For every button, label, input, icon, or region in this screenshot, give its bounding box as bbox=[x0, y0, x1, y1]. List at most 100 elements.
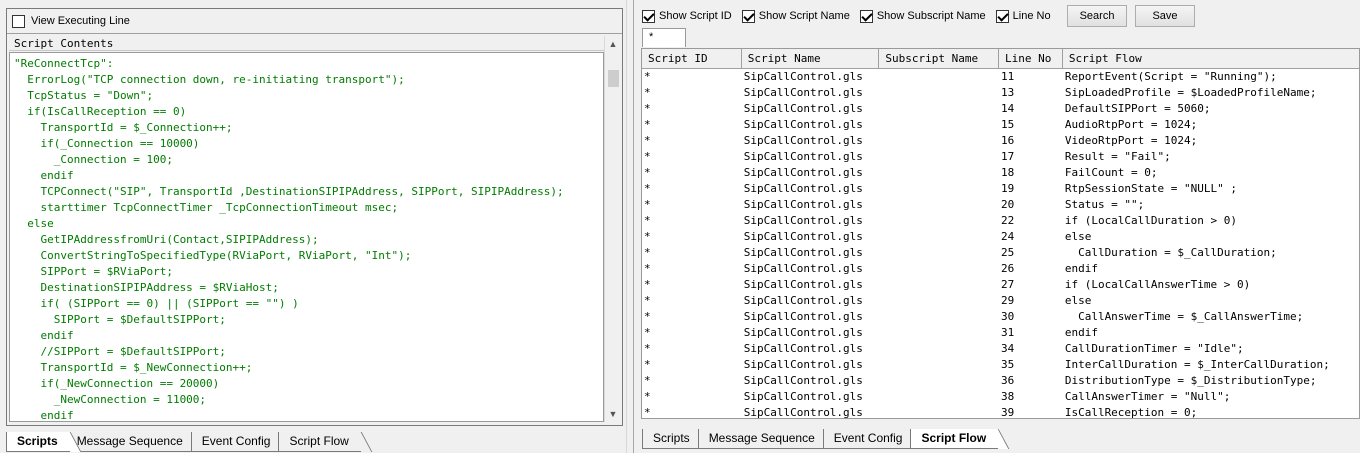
code-line: endif bbox=[14, 409, 74, 422]
table-row[interactable]: * SipCallControl.gls 17 Result = "Fail"; bbox=[642, 149, 1359, 165]
code-line: starttimer TcpConnectTimer _TcpConnectio… bbox=[14, 201, 399, 214]
show-subscript-name-box[interactable] bbox=[859, 9, 873, 23]
table-row[interactable]: * SipCallControl.gls 20 Status = ""; bbox=[642, 197, 1359, 213]
flow-subtab[interactable]: * bbox=[642, 28, 686, 47]
table-row[interactable]: * SipCallControl.gls 27 if (LocalCallAnswer… bbox=[642, 277, 1359, 293]
cell-script-id: * bbox=[644, 134, 651, 147]
cell-script-flow: else bbox=[1064, 294, 1092, 307]
script-flow-grid[interactable]: Script ID Script Name Subscript Name Line N… bbox=[641, 48, 1360, 419]
cell-script-name: SipCallControl.gls bbox=[743, 358, 863, 371]
cell-script-id: * bbox=[644, 86, 651, 99]
table-row[interactable]: * SipCallControl.gls 26 endif bbox=[642, 261, 1359, 277]
show-script-id-box[interactable] bbox=[642, 9, 655, 23]
tab-event-config[interactable]: Event Config bbox=[190, 432, 285, 452]
column-header-script-flow[interactable]: Script Flow bbox=[1063, 49, 1359, 68]
search-button[interactable]: Search bbox=[1066, 5, 1128, 27]
show-subscript-name-checkbox[interactable]: Show Subscript Name bbox=[859, 9, 986, 23]
show-script-id-checkbox[interactable]: Show Script ID bbox=[642, 9, 732, 23]
cell-subscript-name bbox=[879, 261, 999, 277]
tab-script-flow[interactable]: Script Flow bbox=[910, 429, 1001, 449]
cell-script-name: SipCallControl.gls bbox=[743, 326, 863, 339]
cell-script-flow: Result = "Fail"; bbox=[1064, 150, 1171, 163]
code-vertical-scrollbar[interactable]: ▲ ▼ bbox=[604, 36, 620, 422]
cell-line-no: 14 bbox=[1001, 102, 1015, 115]
cell-script-id: * bbox=[644, 230, 651, 243]
cell-script-id: * bbox=[644, 198, 651, 211]
cell-script-id: * bbox=[644, 310, 651, 323]
code-line: if(IsCallReception == 0) bbox=[14, 105, 187, 118]
cell-script-name: SipCallControl.gls bbox=[743, 182, 863, 195]
table-row[interactable]: * SipCallControl.gls 19 RtpSessionState = "… bbox=[642, 181, 1359, 197]
table-row[interactable]: * SipCallControl.gls 13 SipLoadedProfile = … bbox=[642, 85, 1359, 101]
cell-script-id: * bbox=[644, 166, 651, 179]
cell-subscript-name bbox=[879, 165, 999, 181]
tab-scripts[interactable]: Scripts bbox=[6, 432, 72, 452]
code-line: ConvertStringToSpecifiedType(RViaPort, R… bbox=[14, 249, 412, 262]
table-row[interactable]: * SipCallControl.gls 30 CallAnswerTime = $… bbox=[642, 309, 1359, 325]
code-line: SIPPort = $DefaultSIPPort; bbox=[14, 313, 226, 326]
tab-message-sequence[interactable]: Message Sequence bbox=[65, 432, 197, 452]
cell-script-id: * bbox=[644, 246, 651, 259]
code-line: endif bbox=[14, 329, 74, 342]
table-row[interactable]: * SipCallControl.gls 22 if (LocalCallDurati… bbox=[642, 213, 1359, 229]
code-line: TransportId = $_NewConnection++; bbox=[14, 361, 253, 374]
code-line: TransportId = $_Connection++; bbox=[14, 121, 233, 134]
cell-line-no: 20 bbox=[1001, 198, 1015, 211]
code-line: if(_Connection == 10000) bbox=[14, 137, 200, 150]
cell-script-name: SipCallControl.gls bbox=[743, 70, 863, 83]
view-executing-line-checkbox[interactable]: View Executing Line bbox=[12, 13, 130, 29]
cell-script-id: * bbox=[644, 102, 651, 115]
tab-script-flow[interactable]: Script Flow bbox=[278, 432, 363, 452]
show-script-id-label: Show Script ID bbox=[659, 10, 732, 22]
cell-script-name: SipCallControl.gls bbox=[743, 262, 863, 275]
cell-script-name: SipCallControl.gls bbox=[743, 134, 863, 147]
table-row[interactable]: * SipCallControl.gls 36 DistributionType = … bbox=[642, 373, 1359, 389]
line-no-box[interactable] bbox=[995, 9, 1009, 23]
table-row[interactable]: * SipCallControl.gls 34 CallDurationTimer =… bbox=[642, 341, 1359, 357]
show-script-name-checkbox[interactable]: Show Script Name bbox=[741, 9, 850, 23]
line-no-checkbox[interactable]: Line No bbox=[995, 9, 1051, 23]
table-row[interactable]: * SipCallControl.gls 38 CallAnswerTimer = "… bbox=[642, 389, 1359, 405]
table-row[interactable]: * SipCallControl.gls 25 CallDuration = $_C… bbox=[642, 245, 1359, 261]
table-row[interactable]: * SipCallControl.gls 31 endif bbox=[642, 325, 1359, 341]
scroll-up-arrow-icon[interactable]: ▲ bbox=[605, 36, 621, 52]
cell-script-id: * bbox=[644, 278, 651, 291]
cell-script-id: * bbox=[644, 182, 651, 195]
tab-label: Event Config bbox=[833, 431, 903, 445]
column-header-line-no[interactable]: Line No bbox=[999, 49, 1063, 68]
table-row[interactable]: * SipCallControl.gls 24 else bbox=[642, 229, 1359, 245]
pane-splitter[interactable] bbox=[626, 0, 634, 453]
save-button[interactable]: Save bbox=[1135, 5, 1195, 27]
table-row[interactable]: * SipCallControl.gls 29 else bbox=[642, 293, 1359, 309]
script-flow-pane: Show Script ID Show Script Name Show Sub… bbox=[634, 0, 1360, 453]
table-row[interactable]: * SipCallControl.gls 14 DefaultSIPPort = 50… bbox=[642, 101, 1359, 117]
scroll-down-arrow-icon[interactable]: ▼ bbox=[605, 406, 621, 422]
table-row[interactable]: * SipCallControl.gls 35 InterCallDuration =… bbox=[642, 357, 1359, 373]
cell-script-flow: DistributionType = $_DistributionType; bbox=[1064, 374, 1317, 387]
table-row[interactable]: * SipCallControl.gls 15 AudioRtpPort = 1024… bbox=[642, 117, 1359, 133]
tab-event-config[interactable]: Event Config bbox=[822, 429, 917, 449]
table-row[interactable]: * SipCallControl.gls 11 ReportEvent(Script … bbox=[642, 69, 1359, 85]
column-header-subscript-name[interactable]: Subscript Name bbox=[879, 49, 1000, 68]
scrollbar-thumb[interactable] bbox=[608, 70, 619, 87]
script-editor-frame: View Executing Line Script Contents "ReC… bbox=[6, 8, 623, 426]
table-row[interactable]: * SipCallControl.gls 18 FailCount = 0; bbox=[642, 165, 1359, 181]
table-row[interactable]: * SipCallControl.gls 16 VideoRtpPort = 1024… bbox=[642, 133, 1359, 149]
column-header-script-id[interactable]: Script ID bbox=[642, 49, 742, 68]
view-executing-line-checkbox-box[interactable] bbox=[12, 14, 25, 28]
cell-script-flow: IsCallReception = 0; bbox=[1064, 406, 1198, 419]
column-header-script-name[interactable]: Script Name bbox=[742, 49, 880, 68]
cell-subscript-name bbox=[879, 133, 999, 149]
script-code-editor[interactable]: "ReConnectTcp": ErrorLog("TCP connection… bbox=[9, 52, 604, 422]
cell-subscript-name bbox=[879, 101, 999, 117]
table-row[interactable]: * SipCallControl.gls 39 IsCallReception = 0… bbox=[642, 405, 1359, 419]
cell-script-flow: if (LocalCallDuration > 0) bbox=[1064, 214, 1238, 227]
cell-script-id: * bbox=[644, 406, 651, 419]
cell-script-flow: SipLoadedProfile = $LoadedProfileName; bbox=[1064, 86, 1317, 99]
cell-line-no: 36 bbox=[1001, 374, 1015, 387]
script-flow-toolbar: Show Script ID Show Script Name Show Sub… bbox=[642, 4, 1195, 28]
show-script-name-box[interactable] bbox=[741, 9, 755, 23]
tab-scripts[interactable]: Scripts bbox=[642, 429, 704, 449]
code-line: if( (SIPPort == 0) || (SIPPort == "") ) bbox=[14, 297, 299, 310]
tab-message-sequence[interactable]: Message Sequence bbox=[697, 429, 829, 449]
